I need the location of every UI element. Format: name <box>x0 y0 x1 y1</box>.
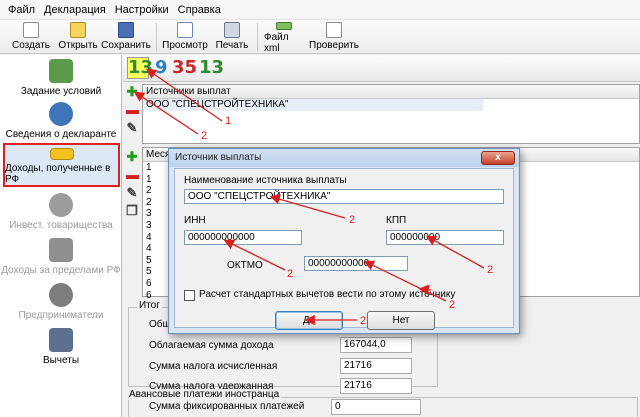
annotation-label: 1 <box>225 115 232 127</box>
new-document-icon <box>23 22 39 38</box>
coins-icon <box>49 148 74 160</box>
annotation-label: 2 <box>449 299 456 311</box>
month-cell[interactable]: 2 <box>143 197 163 209</box>
fixed-payments-field[interactable]: 0 <box>331 399 421 415</box>
taxable-income-field[interactable]: 167044,0 <box>340 337 412 353</box>
advance-payments-label: Авансовые платежи иностранца <box>127 389 282 400</box>
tax-rate-13-nonresident-tab[interactable]: 13 <box>199 57 224 78</box>
month-cell[interactable]: 4 <box>143 232 163 244</box>
month-cell[interactable]: 1 <box>143 162 163 174</box>
tax-withheld-field[interactable]: 21716 <box>340 378 412 394</box>
copy-income-button[interactable]: ❐ <box>126 204 138 217</box>
dialog-title: Источник выплаты <box>169 149 519 167</box>
month-cell[interactable]: 5 <box>143 255 163 267</box>
summary-group-label: Итог <box>137 300 162 311</box>
check-button[interactable]: Проверить <box>309 20 359 54</box>
cancel-button[interactable]: Нет <box>367 311 435 330</box>
menu-bar: Файл Декларация Настройки Справка <box>0 0 640 20</box>
xml-file-icon <box>276 22 292 30</box>
nav-item-deductions[interactable]: Вычеты <box>0 328 122 366</box>
print-button[interactable]: Печать <box>213 20 251 54</box>
month-cell[interactable]: 1 <box>143 174 163 186</box>
summary-row-tax-calculated: Сумма налога исчисленная <box>149 360 278 372</box>
sources-grid: Источники выплат ООО "СПЕЦСТРОЙТЕХНИКА" <box>142 84 640 144</box>
edit-income-button[interactable]: ✎ <box>126 186 138 199</box>
left-navigation: Задание условий Сведения о декларанте До… <box>0 55 122 417</box>
annotation-label: 2 <box>349 214 356 226</box>
source-name-label: Наименование источника выплаты <box>184 175 347 186</box>
dialog-close-button[interactable]: x <box>481 151 515 165</box>
oktmo-label: ОКТМО <box>227 260 263 271</box>
partnership-icon <box>49 193 73 217</box>
calculator-icon <box>49 328 73 352</box>
menu-help[interactable]: Справка <box>178 4 221 16</box>
remove-source-button[interactable]: ▬ <box>126 103 139 116</box>
menu-file[interactable]: Файл <box>8 4 35 16</box>
menu-settings[interactable]: Настройки <box>115 4 169 16</box>
menu-declaration[interactable]: Декларация <box>44 4 106 16</box>
annotation-label: 2 <box>360 315 367 327</box>
create-button[interactable]: Создать <box>12 20 50 54</box>
nav-item-income-rf[interactable]: Доходы, полученные в РФ <box>3 143 120 187</box>
sources-toolbar: ✚ ▬ ✎ <box>126 85 139 140</box>
summary-row-taxable: Облагаемая сумма дохода <box>149 339 274 351</box>
fixed-payments-label: Сумма фиксированных платежей <box>149 401 305 412</box>
income-months: 1 1 2 2 3 3 4 4 5 5 6 6 7 <box>143 162 163 313</box>
hierarchy-icon <box>49 59 73 83</box>
tax-rate-bar: 13 9 35 13 <box>123 55 640 82</box>
annotation-label: 2 <box>287 268 294 280</box>
businessman-icon <box>49 283 73 307</box>
standard-deductions-label: Расчет стандартных вычетов вести по этом… <box>199 289 456 300</box>
tax-rate-35-tab[interactable]: 35 <box>172 57 197 78</box>
add-source-button[interactable]: ✚ <box>126 85 138 98</box>
checklist-icon <box>326 22 342 38</box>
preview-button[interactable]: Просмотр <box>162 20 208 54</box>
oktmo-field[interactable]: 00000000000 <box>304 256 408 271</box>
open-folder-icon <box>70 22 86 38</box>
ok-button[interactable]: Да <box>275 311 343 330</box>
remove-income-button[interactable]: ▬ <box>126 168 139 181</box>
floppy-disk-icon <box>118 22 134 38</box>
person-icon <box>49 102 73 126</box>
nav-item-income-abroad[interactable]: Доходы за пределами РФ <box>0 238 122 276</box>
payment-source-dialog: Источник выплаты x Наименование источник… <box>168 148 520 334</box>
dialog-body: Наименование источника выплаты ООО "СПЕЦ… <box>174 168 514 330</box>
sources-grid-row[interactable]: ООО "СПЕЦСТРОЙТЕХНИКА" <box>143 99 483 111</box>
nav-item-entrepreneurs[interactable]: Предприниматели <box>0 283 122 321</box>
printer-icon <box>224 22 240 38</box>
nav-item-declarant[interactable]: Сведения о декларанте <box>0 102 122 140</box>
income-toolbar: ✚ ▬ ✎ ❐ <box>126 150 139 223</box>
kpp-field[interactable]: 000000000 <box>386 230 504 245</box>
month-cell[interactable]: 3 <box>143 220 163 232</box>
toolbar-separator <box>257 23 258 51</box>
nav-item-conditions[interactable]: Задание условий <box>0 59 122 97</box>
month-cell[interactable]: 2 <box>143 185 163 197</box>
month-cell[interactable]: 4 <box>143 243 163 255</box>
tax-calculated-field[interactable]: 21716 <box>340 358 412 374</box>
toolbar-separator <box>156 23 157 51</box>
edit-source-button[interactable]: ✎ <box>126 121 138 134</box>
annotation-label: 2 <box>487 264 494 276</box>
add-income-button[interactable]: ✚ <box>126 150 138 163</box>
open-button[interactable]: Открыть <box>58 20 98 54</box>
source-name-field[interactable]: ООО "СПЕЦСТРОЙТЕХНИКА" <box>184 189 504 204</box>
nav-item-invest[interactable]: Инвест. товарищества <box>0 193 122 231</box>
annotation-label: 2 <box>201 130 208 142</box>
standard-deductions-checkbox[interactable] <box>184 290 195 301</box>
money-bag-icon <box>49 238 73 262</box>
preview-icon <box>177 22 193 38</box>
month-cell[interactable]: 6 <box>143 278 163 290</box>
month-cell[interactable]: 3 <box>143 208 163 220</box>
toolbar: Создать Открыть Сохранить Просмотр Печат… <box>0 20 640 54</box>
inn-field[interactable]: 000000000000 <box>184 230 302 245</box>
tax-rate-13-tab[interactable]: 13 <box>127 57 153 79</box>
file-xml-button[interactable]: Файл xml <box>264 20 304 54</box>
month-cell[interactable]: 5 <box>143 266 163 278</box>
inn-label: ИНН <box>184 215 206 226</box>
tax-rate-9-tab[interactable]: 9 <box>155 57 168 78</box>
sources-grid-header: Источники выплат <box>143 85 639 99</box>
kpp-label: КПП <box>386 215 407 226</box>
save-button[interactable]: Сохранить <box>101 20 151 54</box>
